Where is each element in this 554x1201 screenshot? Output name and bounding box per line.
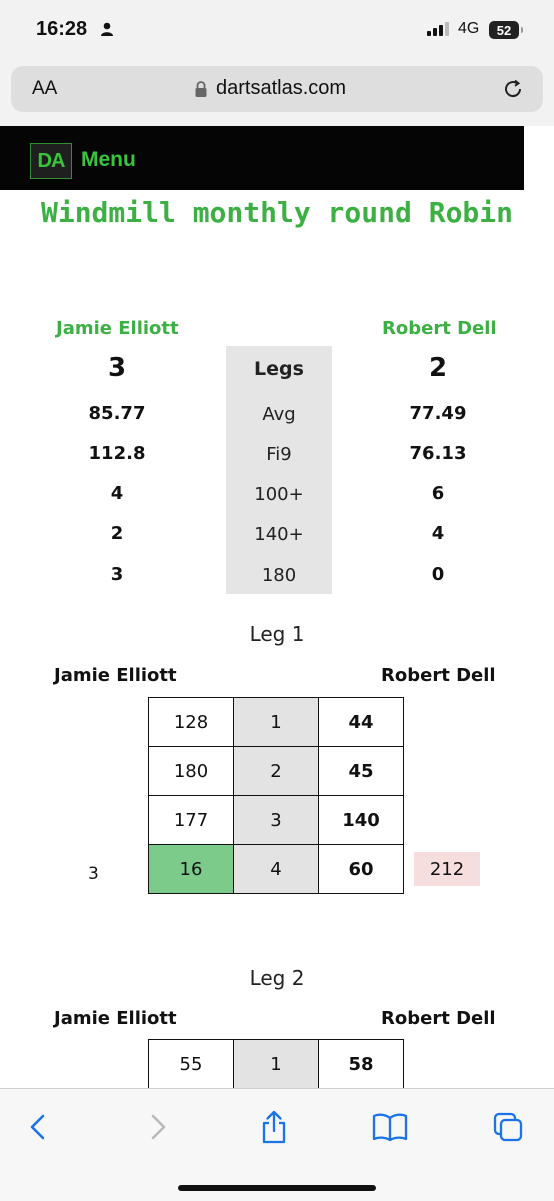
player1-score-cell: 180 — [148, 746, 234, 796]
stat-label-avg: Avg — [262, 404, 296, 425]
player2-remaining-badge: 212 — [414, 852, 480, 886]
leg1-visits-table: 128 1 44 180 2 45 177 3 140 16 4 60 — [148, 697, 404, 894]
stat-labels-column — [226, 346, 332, 594]
table-row: 177 3 140 — [148, 795, 404, 845]
url-display[interactable]: dartsatlas.com — [194, 77, 346, 100]
network-type: 4G — [458, 20, 480, 37]
signal-icon — [427, 22, 449, 36]
player2-100plus: 6 — [431, 483, 445, 504]
stat-label-180: 180 — [261, 565, 297, 586]
visit-number-cell: 1 — [233, 697, 319, 747]
forward-icon — [151, 1114, 166, 1140]
player1-avg: 85.77 — [88, 403, 146, 424]
leg1-player2-name: Robert Dell — [381, 665, 496, 686]
player1-140plus: 2 — [110, 523, 124, 544]
forward-button[interactable] — [138, 1107, 178, 1147]
browser-toolbar — [0, 1088, 554, 1201]
visit-number-cell: 4 — [233, 844, 319, 894]
visit-number-cell: 3 — [233, 795, 319, 845]
leg2-player1-name: Jamie Elliott — [54, 1008, 177, 1029]
tabs-button[interactable] — [488, 1107, 528, 1147]
player1-100plus: 4 — [110, 483, 124, 504]
leg2-visits-table: 55 1 58 — [148, 1039, 404, 1089]
player1-legs: 3 — [107, 353, 127, 383]
leg-title: Leg 2 — [249, 966, 305, 990]
menu-button[interactable]: Menu — [81, 148, 136, 172]
text-size-button[interactable]: AA — [32, 78, 57, 100]
player1-checkout-cell: 16 — [148, 844, 234, 894]
address-bar[interactable]: AA dartsatlas.com — [11, 66, 543, 112]
table-row: 180 2 45 — [148, 746, 404, 796]
back-button[interactable] — [18, 1107, 58, 1147]
player2-score-cell: 60 — [318, 844, 404, 894]
nav-bar: DA Menu — [0, 126, 524, 190]
player1-name[interactable]: Jamie Elliott — [56, 318, 179, 339]
leg2-player2-name: Robert Dell — [381, 1008, 496, 1029]
table-row: 55 1 58 — [148, 1039, 404, 1089]
share-button[interactable] — [254, 1107, 294, 1147]
player1-score-cell: 128 — [148, 697, 234, 747]
home-indicator — [178, 1185, 376, 1191]
player2-score-cell: 140 — [318, 795, 404, 845]
battery-icon: 52 — [489, 21, 523, 39]
page-title: Windmill monthly round Robin — [40, 196, 513, 229]
tabs-icon — [493, 1112, 523, 1142]
stat-label-100plus: 100+ — [254, 484, 304, 505]
visit-number-cell: 1 — [233, 1039, 319, 1089]
table-row: 128 1 44 — [148, 697, 404, 747]
site-logo[interactable]: DA — [30, 143, 72, 179]
player2-140plus: 4 — [431, 523, 445, 544]
player2-score-cell: 44 — [318, 697, 404, 747]
player2-score-cell: 45 — [318, 746, 404, 796]
leg-title: Leg 1 — [249, 622, 305, 646]
player2-legs: 2 — [428, 353, 448, 383]
stat-label-fi9: Fi9 — [266, 444, 292, 465]
back-icon — [30, 1114, 45, 1140]
bookmarks-button[interactable] — [370, 1107, 410, 1147]
lock-icon — [195, 80, 207, 97]
darts-used: 3 — [88, 864, 99, 884]
stat-label-140plus: 140+ — [254, 524, 304, 545]
url-text: dartsatlas.com — [216, 77, 347, 99]
leg1-player1-name: Jamie Elliott — [54, 665, 177, 686]
player2-fi9: 76.13 — [409, 443, 467, 464]
player2-180s: 0 — [431, 564, 445, 585]
visit-number-cell: 2 — [233, 746, 319, 796]
player2-name[interactable]: Robert Dell — [382, 318, 497, 339]
bookmarks-icon — [372, 1113, 408, 1142]
player1-score-cell: 177 — [148, 795, 234, 845]
table-row: 16 4 60 — [148, 844, 404, 894]
player1-score-cell: 55 — [148, 1039, 234, 1089]
clock: 16:28 — [36, 18, 88, 40]
player1-180s: 3 — [110, 564, 124, 585]
status-bar: 16:28 4G 52 — [0, 0, 554, 58]
stat-label-legs: Legs — [254, 358, 304, 380]
reload-icon[interactable] — [501, 77, 525, 101]
player1-fi9: 112.8 — [88, 443, 146, 464]
site-header: DA Menu — [0, 126, 554, 190]
player2-avg: 77.49 — [409, 403, 467, 424]
player2-score-cell: 58 — [318, 1039, 404, 1089]
browser-address-area: AA dartsatlas.com — [0, 58, 554, 126]
share-icon — [262, 1110, 286, 1144]
person-icon — [101, 22, 113, 36]
